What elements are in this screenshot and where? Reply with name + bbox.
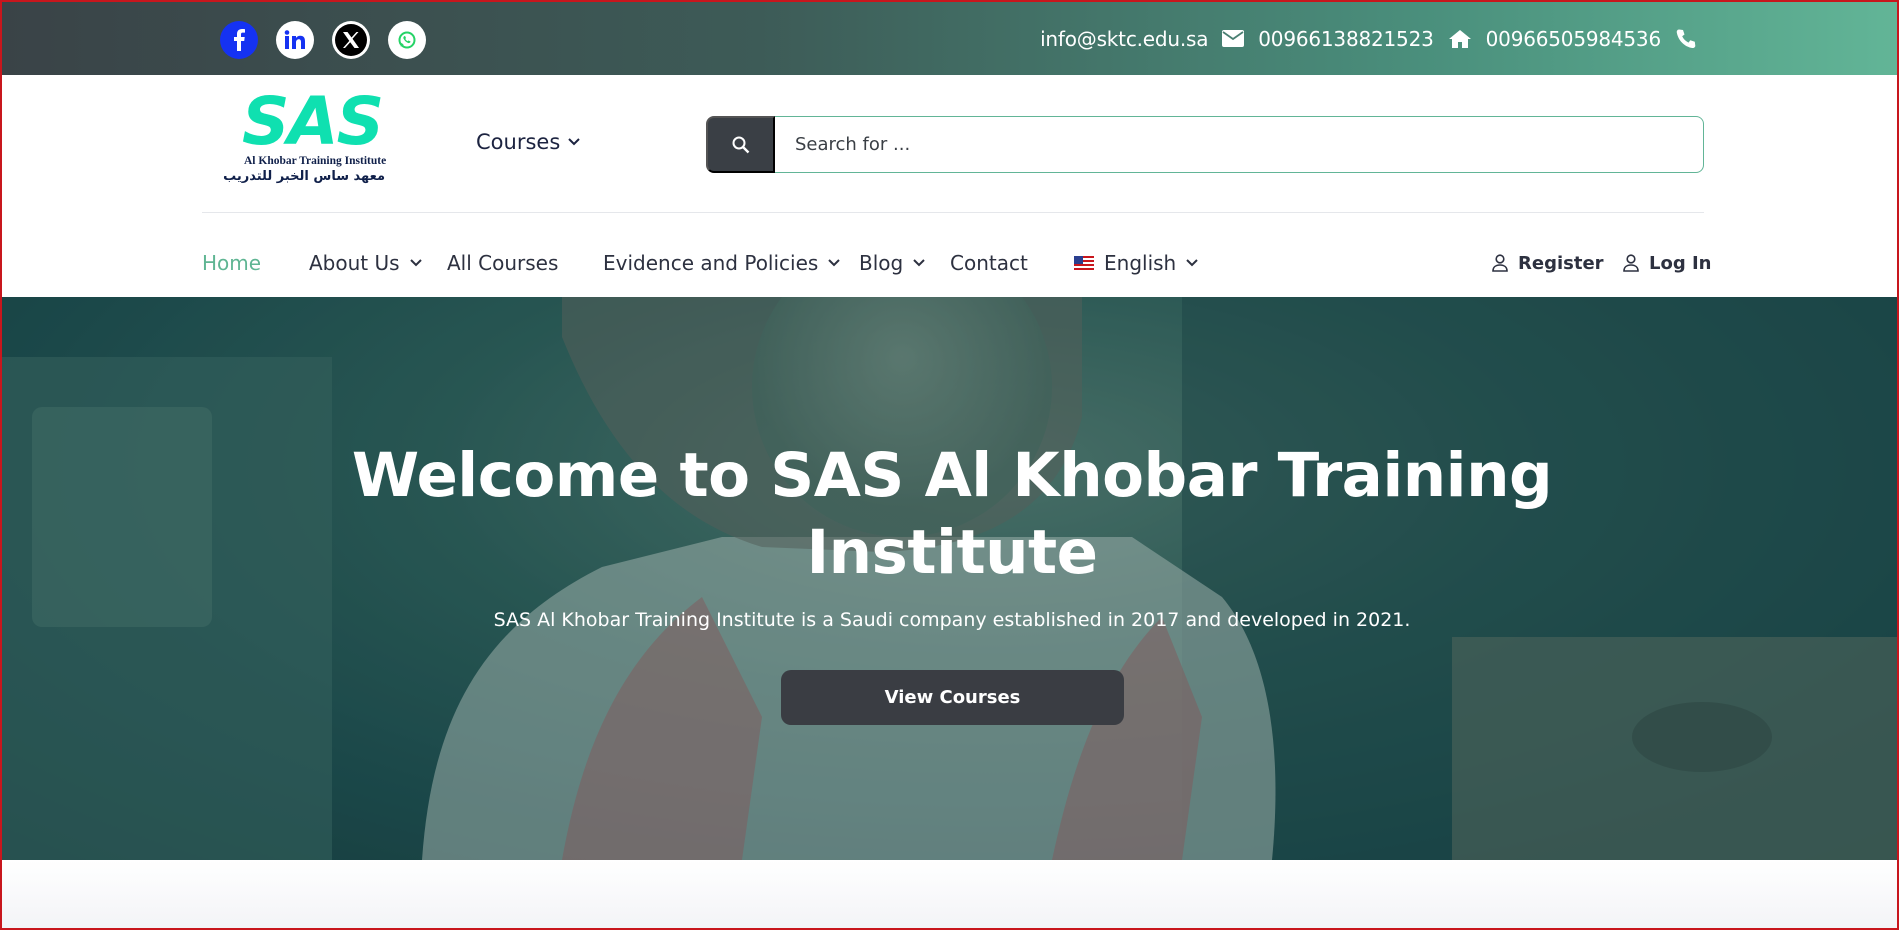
phone-number-1[interactable]: 00966138821523 — [1258, 27, 1434, 51]
logo-mark: SAS — [242, 83, 384, 160]
whatsapp-icon — [398, 31, 416, 49]
logo-arabic-text: معهد ساس الخبر للتدريب — [223, 169, 385, 184]
user-icon — [1492, 254, 1508, 272]
nav-contact-label: Contact — [950, 251, 1028, 275]
chevron-down-icon — [568, 138, 580, 146]
facebook-link[interactable] — [220, 21, 258, 59]
courses-dropdown-label: Courses — [476, 130, 561, 154]
chevron-down-icon — [828, 259, 841, 267]
search-bar — [706, 116, 1704, 173]
hero-title: Welcome to SAS Al Khobar Training Instit… — [351, 440, 1553, 588]
user-icon — [1623, 254, 1639, 272]
search-button[interactable] — [706, 116, 775, 173]
nav-contact[interactable]: Contact — [950, 245, 1028, 281]
hero-subtitle: SAS Al Khobar Training Institute is a Sa… — [493, 609, 1411, 631]
nav-home-label: Home — [202, 251, 262, 275]
nav-evidence-policies-label: Evidence and Policies — [603, 251, 819, 275]
language-label: English — [1104, 251, 1177, 275]
site-logo[interactable]: SAS Al Khobar Training Institute معهد سا… — [223, 89, 387, 189]
home-icon — [1448, 29, 1472, 49]
x-icon — [335, 24, 367, 56]
nav-about-us[interactable]: About Us — [309, 245, 422, 281]
nav-blog-label: Blog — [859, 251, 904, 275]
nav-blog[interactable]: Blog — [859, 245, 925, 281]
next-section-edge — [2, 860, 1897, 928]
register-link[interactable]: Register — [1492, 245, 1604, 281]
hero-banner: Welcome to SAS Al Khobar Training Instit… — [2, 297, 1897, 860]
nav-all-courses[interactable]: All Courses — [447, 245, 558, 281]
header-divider — [202, 212, 1704, 213]
us-flag-icon — [1074, 256, 1094, 270]
view-courses-button[interactable]: View Courses — [781, 670, 1124, 725]
chevron-down-icon — [913, 259, 925, 267]
email-link[interactable]: info@sktc.edu.sa — [1040, 27, 1208, 51]
language-selector[interactable]: English — [1074, 245, 1198, 281]
site-header: SAS Al Khobar Training Institute معهد سا… — [2, 75, 1897, 297]
nav-about-us-label: About Us — [309, 251, 400, 275]
register-label: Register — [1518, 252, 1604, 274]
x-link[interactable] — [332, 21, 370, 59]
search-input[interactable] — [775, 116, 1704, 173]
phone-number-2[interactable]: 00966505984536 — [1486, 27, 1662, 51]
chevron-down-icon — [1186, 259, 1198, 267]
whatsapp-link[interactable] — [388, 21, 426, 59]
top-bar: info@sktc.edu.sa 00966138821523 00966505… — [2, 2, 1897, 75]
nav-home[interactable]: Home — [202, 245, 261, 281]
linkedin-link[interactable] — [276, 21, 314, 59]
login-link[interactable]: Log In — [1623, 245, 1712, 281]
envelope-icon — [1222, 30, 1245, 47]
linkedin-icon — [284, 30, 305, 49]
facebook-icon — [234, 29, 245, 51]
nav-evidence-policies[interactable]: Evidence and Policies — [603, 245, 841, 281]
nav-all-courses-label: All Courses — [447, 251, 559, 275]
phone-icon — [1675, 28, 1697, 50]
chevron-down-icon — [409, 259, 422, 267]
contact-info: info@sktc.edu.sa 00966138821523 00966505… — [1040, 2, 1697, 75]
courses-dropdown[interactable]: Courses — [476, 130, 580, 154]
search-icon — [732, 136, 749, 153]
logo-english-text: Al Khobar Training Institute — [244, 155, 387, 167]
login-label: Log In — [1649, 252, 1712, 274]
